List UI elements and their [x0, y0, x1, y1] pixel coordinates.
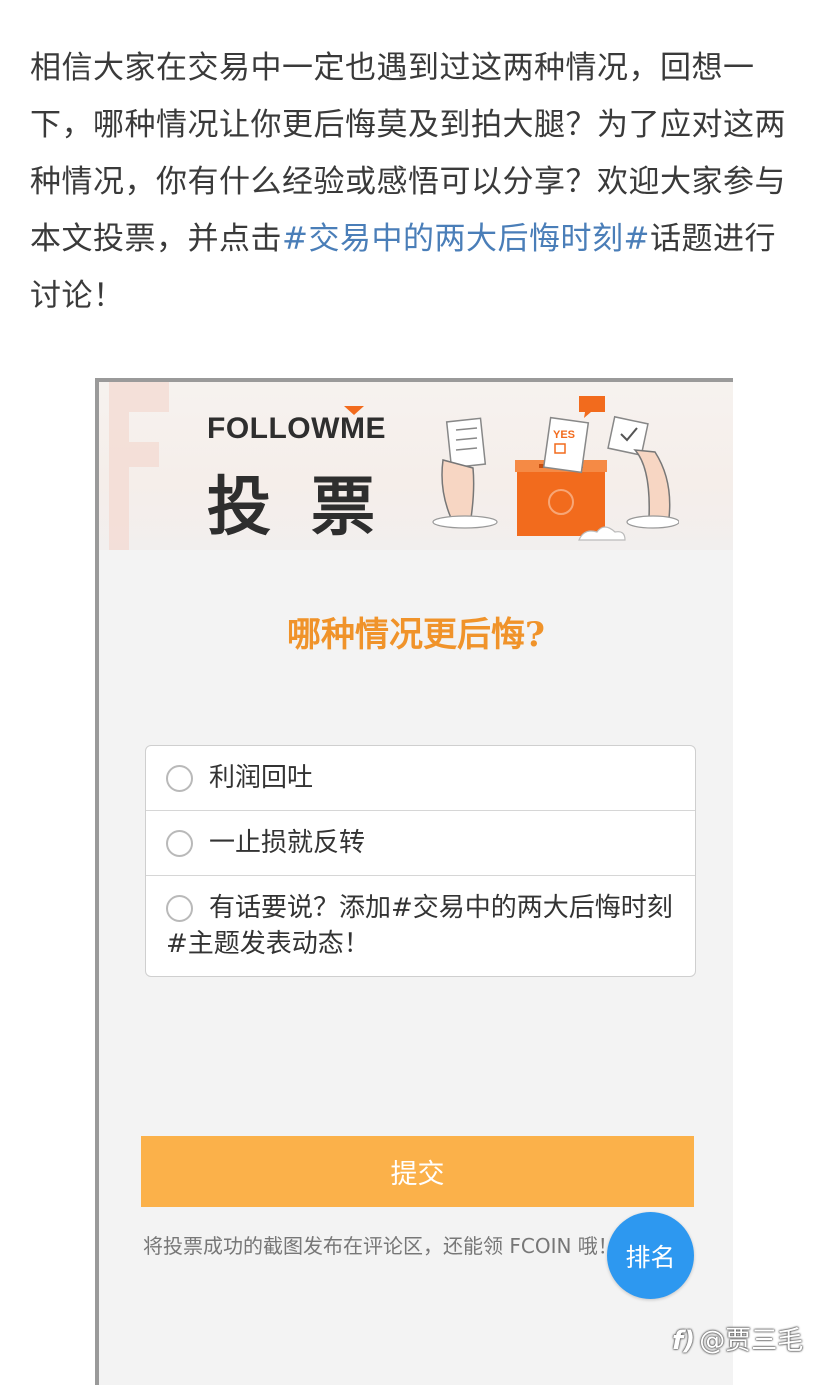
followme-logo: FOLLOWME: [207, 412, 386, 445]
reward-note: 将投票成功的截图发布在评论区，还能领 FCOIN 哦！: [143, 1234, 618, 1258]
poll-option-1[interactable]: 利润回吐: [146, 746, 695, 811]
intro-paragraph: 相信大家在交易中一定也遇到过这两种情况，回想一下，哪种情况让你更后悔莫及到拍大腿…: [30, 40, 802, 325]
vote-heading: 投票: [207, 471, 415, 545]
radio-icon[interactable]: [166, 895, 193, 922]
author-watermark: f) @贾三毛: [672, 1320, 803, 1357]
rank-button[interactable]: 排名: [607, 1212, 694, 1299]
watermark-text: @贾三毛: [699, 1326, 804, 1356]
radio-icon[interactable]: [166, 765, 193, 792]
zhihu-logo-icon: f): [672, 1326, 696, 1356]
ballot-box-illustration-icon: YES: [432, 396, 679, 541]
topic-link[interactable]: #交易中的两大后悔时刻#: [282, 221, 650, 257]
brand-watermark-icon: [109, 382, 169, 550]
svg-text:YES: YES: [553, 429, 575, 441]
poll-option-label: 利润回吐: [209, 763, 314, 793]
poll-option-label: 有话要说？添加#交易中的两大后悔时刻#主题发表动态！: [166, 893, 673, 959]
poll-option-label: 一止损就反转: [209, 828, 366, 858]
radio-icon[interactable]: [166, 830, 193, 857]
poll-option-3[interactable]: 有话要说？添加#交易中的两大后悔时刻#主题发表动态！: [146, 876, 695, 976]
poll-option-2[interactable]: 一止损就反转: [146, 811, 695, 876]
submit-button[interactable]: 提交: [141, 1136, 694, 1207]
vote-card: FOLLOWME 投票 YES 哪种情况更后悔? 利润回吐 一止损就反转 有话要…: [95, 378, 733, 1385]
poll-question: 哪种情况更后悔?: [287, 615, 545, 655]
vote-banner: FOLLOWME 投票 YES: [99, 382, 733, 550]
poll-options: 利润回吐 一止损就反转 有话要说？添加#交易中的两大后悔时刻#主题发表动态！: [145, 745, 696, 977]
